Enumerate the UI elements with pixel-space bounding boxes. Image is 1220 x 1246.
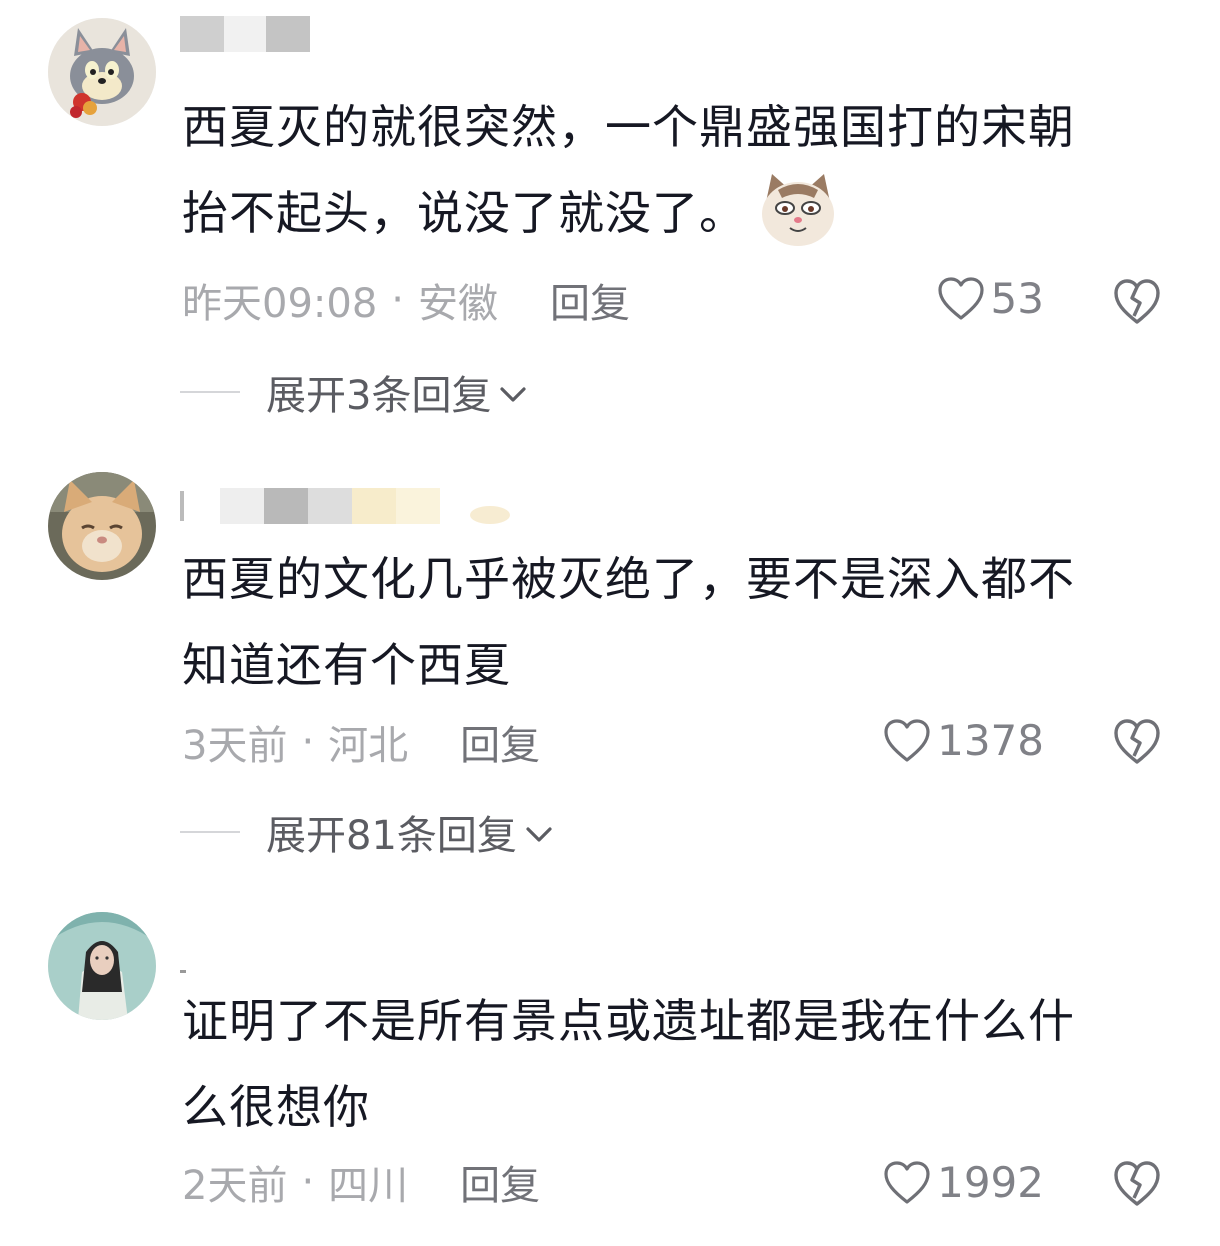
expand-replies-button[interactable]: 展开3条回复 (180, 362, 527, 422)
expand-replies-label: 展开81条回复 (266, 813, 517, 859)
meta-separator: · (301, 1159, 315, 1205)
meta-separator: · (301, 719, 315, 765)
comment-text-line: 抬不起头，说没了就没了。 (182, 170, 1172, 256)
like-count: 53 (990, 274, 1044, 323)
like-button[interactable]: 1992 (883, 1158, 1044, 1207)
girl-portrait-avatar-icon (48, 912, 156, 1020)
comment-text: 证明了不是所有景点或遗址都是我在什么什 么很想你 (182, 978, 1172, 1150)
username-obscured[interactable] (180, 484, 510, 528)
heart-icon (937, 276, 984, 320)
broken-heart-icon[interactable] (1112, 276, 1162, 326)
cat-photo-avatar-icon (48, 472, 156, 580)
comment-time: 昨天09:08 (182, 281, 378, 327)
broken-heart-icon[interactable] (1112, 1158, 1162, 1208)
chevron-down-icon (526, 827, 552, 842)
reply-button[interactable]: 回复 (460, 713, 540, 771)
username-obscured[interactable] (180, 934, 186, 978)
comment-text-line: 西夏灭的就很突然，一个鼎盛强国打的宋朝 (182, 100, 1075, 154)
heart-icon (884, 1160, 930, 1204)
broken-heart-icon[interactable] (1112, 716, 1162, 766)
comment-location: 安徽 (418, 281, 498, 327)
comment-time: 2天前 (182, 1163, 288, 1209)
like-button[interactable]: 1378 (883, 716, 1044, 765)
like-count: 1378 (937, 716, 1044, 765)
comment-text: 西夏灭的就很突然，一个鼎盛强国打的宋朝 抬不起头，说没了就没了。 (182, 84, 1172, 256)
divider-line (180, 831, 240, 833)
chevron-down-icon (500, 387, 527, 402)
comment-text-line: 证明了不是所有景点或遗址都是我在什么什 (182, 994, 1075, 1048)
avatar[interactable] (48, 18, 156, 126)
comment-text-line: 西夏的文化几乎被灭绝了，要不是深入都不 (182, 552, 1075, 606)
divider-line (180, 391, 240, 393)
avatar[interactable] (48, 912, 156, 1020)
comment-location: 四川 (328, 1163, 409, 1209)
reply-button[interactable]: 回复 (460, 1153, 540, 1211)
heart-icon (884, 718, 930, 762)
comment-text-segment: 抬不起头，说没了就没了。 (182, 186, 746, 240)
cat-face-emoji-icon (762, 173, 834, 246)
expand-replies-button[interactable]: 展开81条回复 (180, 802, 553, 862)
meta-separator: · (391, 277, 404, 323)
comment-location: 河北 (328, 723, 409, 769)
username-obscured[interactable] (180, 12, 310, 56)
reply-button[interactable]: 回复 (550, 271, 630, 329)
comment-time: 3天前 (182, 723, 288, 769)
comment-text: 西夏的文化几乎被灭绝了，要不是深入都不 知道还有个西夏 (182, 536, 1172, 708)
comment-text-line: 知道还有个西夏 (182, 638, 511, 692)
avatar[interactable] (48, 472, 156, 580)
comment-text-line: 么很想你 (182, 1080, 370, 1134)
like-button[interactable]: 53 (937, 274, 1044, 323)
cartoon-cat-avatar-icon (48, 18, 156, 126)
like-count: 1992 (937, 1158, 1044, 1207)
expand-replies-label: 展开3条回复 (266, 373, 492, 419)
